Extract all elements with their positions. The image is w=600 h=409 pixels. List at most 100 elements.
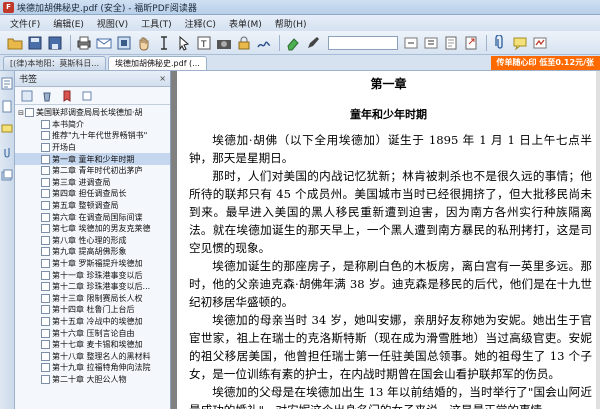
camera-icon[interactable] — [215, 34, 232, 51]
bookmark-item[interactable]: 第四章 担任调查局长 — [15, 188, 170, 200]
pages-panel-icon[interactable] — [1, 100, 13, 113]
delete-bookmark-icon[interactable] — [41, 90, 53, 102]
bookmark-item[interactable]: 第十章 罗斯福提升埃德加 — [15, 258, 170, 270]
close-panel-icon[interactable]: × — [159, 74, 166, 83]
menu-view[interactable]: 视图(V) — [97, 17, 128, 30]
snapshot-icon[interactable]: T — [195, 34, 212, 51]
bookmark-item[interactable]: 第十四章 杜鲁门上台后 — [15, 304, 170, 316]
bookmark-panel-title: 书签 — [19, 75, 38, 85]
chapter-heading: 第一章 — [370, 77, 407, 91]
pen-tool-icon[interactable] — [304, 34, 321, 51]
toolbar-separator — [486, 34, 487, 51]
fit-page-icon[interactable] — [115, 34, 132, 51]
title-bar: F 埃德加胡佛秘史.pdf (安全) - 福昕PDF阅读器 — [0, 0, 600, 15]
pdf-page: 第一章 童年和少年时期 埃德加·胡佛（以下全用埃德加）诞生于 1895 年 1 … — [177, 71, 600, 409]
body-paragraph: 埃德加的母亲当时 34 岁，她叫安娜，亲朋好友称她为安妮。她出生于官宦世家，祖上… — [189, 313, 592, 381]
search-input[interactable] — [328, 35, 398, 50]
bookmark-item[interactable]: 第十七章 麦卡锡和埃德加 — [15, 339, 170, 351]
print-icon[interactable] — [75, 34, 92, 51]
tab-document-2[interactable]: 埃德加胡佛秘史.pdf (... — [108, 56, 207, 70]
bookmark-properties-icon[interactable] — [81, 90, 93, 102]
tab-document-1[interactable]: [(律)本地阳：莫斯科日... — [3, 56, 106, 70]
email-icon[interactable] — [95, 34, 112, 51]
hand-tool-icon[interactable] — [135, 34, 152, 51]
bookmark-item[interactable]: 第二章 青年时代初出茅庐 — [15, 165, 170, 177]
search-prev-icon[interactable] — [402, 34, 419, 51]
bookmark-item[interactable]: 第十一章 珍珠港事变以后 — [15, 269, 170, 281]
bookmark-page-icon — [41, 293, 50, 303]
bookmark-page-icon — [41, 235, 50, 245]
bookmark-panel-header: 书签 × — [15, 71, 170, 87]
bookmark-page-icon — [41, 166, 50, 176]
menu-file[interactable]: 文件(F) — [10, 17, 40, 30]
menu-form[interactable]: 表单(M) — [229, 17, 262, 30]
security-icon[interactable] — [235, 34, 252, 51]
bookmark-page-icon — [41, 177, 50, 187]
bookmark-page-icon — [41, 340, 50, 350]
bookmark-page-icon — [41, 143, 50, 153]
bookmark-item[interactable]: 第十六章 压制言论自由 — [15, 327, 170, 339]
comments-panel-icon[interactable] — [1, 123, 13, 136]
advertisement-banner[interactable]: 传单随心印 低至0.12元/张 — [490, 56, 600, 70]
comment-icon[interactable] — [511, 34, 528, 51]
menu-edit[interactable]: 编辑(E) — [53, 17, 84, 30]
bookmark-page-icon — [41, 201, 50, 211]
bookmark-item[interactable]: 第二十章 大胆公人物 — [15, 374, 170, 386]
export-icon[interactable] — [462, 34, 479, 51]
menu-tools[interactable]: 工具(T) — [141, 17, 172, 30]
bookmark-item[interactable]: 开场白 — [15, 142, 170, 154]
new-bookmark-icon[interactable] — [61, 90, 73, 102]
svg-text:T: T — [200, 40, 207, 50]
signature-icon[interactable] — [255, 34, 272, 51]
bookmark-panel-icon[interactable] — [1, 77, 13, 90]
bookmark-page-icon — [41, 224, 50, 234]
save-as-icon[interactable] — [46, 34, 63, 51]
expand-bookmark-icon[interactable] — [21, 90, 33, 102]
bookmark-item-selected[interactable]: 第一章 童年和少年时期 — [15, 153, 170, 165]
bookmark-page-icon — [41, 259, 50, 269]
bookmark-item[interactable]: 第十二章 珍珠港事变以后... — [15, 281, 170, 293]
bookmark-toolbar — [15, 87, 170, 105]
search-next-icon[interactable] — [422, 34, 439, 51]
navigation-strip — [0, 71, 15, 409]
bookmark-item[interactable]: 推荐"九十年代世界畅销书" — [15, 130, 170, 142]
document-properties-icon[interactable] — [442, 34, 459, 51]
bookmark-root[interactable]: ⊟ 美国联邦调查局局长埃德加·胡 — [15, 107, 170, 119]
menu-comment[interactable]: 注释(C) — [185, 17, 216, 30]
cursor-select-icon[interactable] — [175, 34, 192, 51]
bookmark-item[interactable]: 第八章 性心理的形成 — [15, 235, 170, 247]
vertical-scrollbar[interactable] — [596, 71, 600, 409]
bookmark-item[interactable]: 第六章 在调查局国际间谍 — [15, 211, 170, 223]
bookmark-item[interactable]: 第七章 埃德加的男友克莱德 — [15, 223, 170, 235]
layers-panel-icon[interactable] — [1, 169, 13, 182]
collapse-twisty-icon[interactable]: ⊟ — [17, 109, 25, 117]
bookmark-item[interactable]: 第十八章 整理名人的黑材料 — [15, 350, 170, 362]
bookmark-page-icon — [41, 305, 50, 315]
open-folder-icon[interactable] — [6, 34, 23, 51]
bookmark-item[interactable]: 第十五章 冷战中的埃德加 — [15, 316, 170, 328]
bookmark-page-icon — [41, 316, 50, 326]
body-paragraph: 埃德加·胡佛（以下全用埃德加）诞生于 1895 年 1 月 1 日上午七点半钟，… — [189, 133, 592, 165]
bookmark-page-icon — [41, 189, 50, 199]
bookmark-item[interactable]: 第十九章 拉福特角伸向法院 — [15, 362, 170, 374]
attachments-panel-icon[interactable] — [1, 146, 13, 159]
bookmark-item[interactable]: 本书简介 — [15, 119, 170, 131]
attachment-icon[interactable] — [491, 34, 508, 51]
bookmark-page-icon — [41, 154, 50, 164]
toolbar-separator — [279, 34, 280, 51]
window-title: 埃德加胡佛秘史.pdf (安全) - 福昕PDF阅读器 — [17, 3, 197, 14]
eraser-icon[interactable] — [284, 34, 301, 51]
bookmark-item[interactable]: 第十三章 限制赛局长人权 — [15, 293, 170, 305]
bookmark-item[interactable]: 第五章 整顿调查局 — [15, 200, 170, 212]
sign-icon[interactable] — [531, 34, 548, 51]
menu-help[interactable]: 帮助(H) — [275, 17, 307, 30]
bookmark-page-icon — [41, 363, 50, 373]
save-icon[interactable] — [26, 34, 43, 51]
select-text-icon[interactable] — [155, 34, 172, 51]
bookmark-item[interactable]: 第九章 提高胡佛形象 — [15, 246, 170, 258]
body-paragraph: 埃德加诞生的那座房子，是称刷白色的木板房，离白宫有一英里多远。那时，他的父亲迪克… — [189, 259, 592, 309]
document-view[interactable]: 第一章 童年和少年时期 埃德加·胡佛（以下全用埃德加）诞生于 1895 年 1 … — [171, 71, 600, 409]
bookmark-item[interactable]: 第三章 进调查局 — [15, 177, 170, 189]
body-paragraph: 那时，人们对美国的内战记忆犹新；林肯被刺杀也不是很久远的事情；他所待的联邦只有 … — [189, 169, 592, 255]
foxit-app-icon: F — [3, 1, 14, 13]
